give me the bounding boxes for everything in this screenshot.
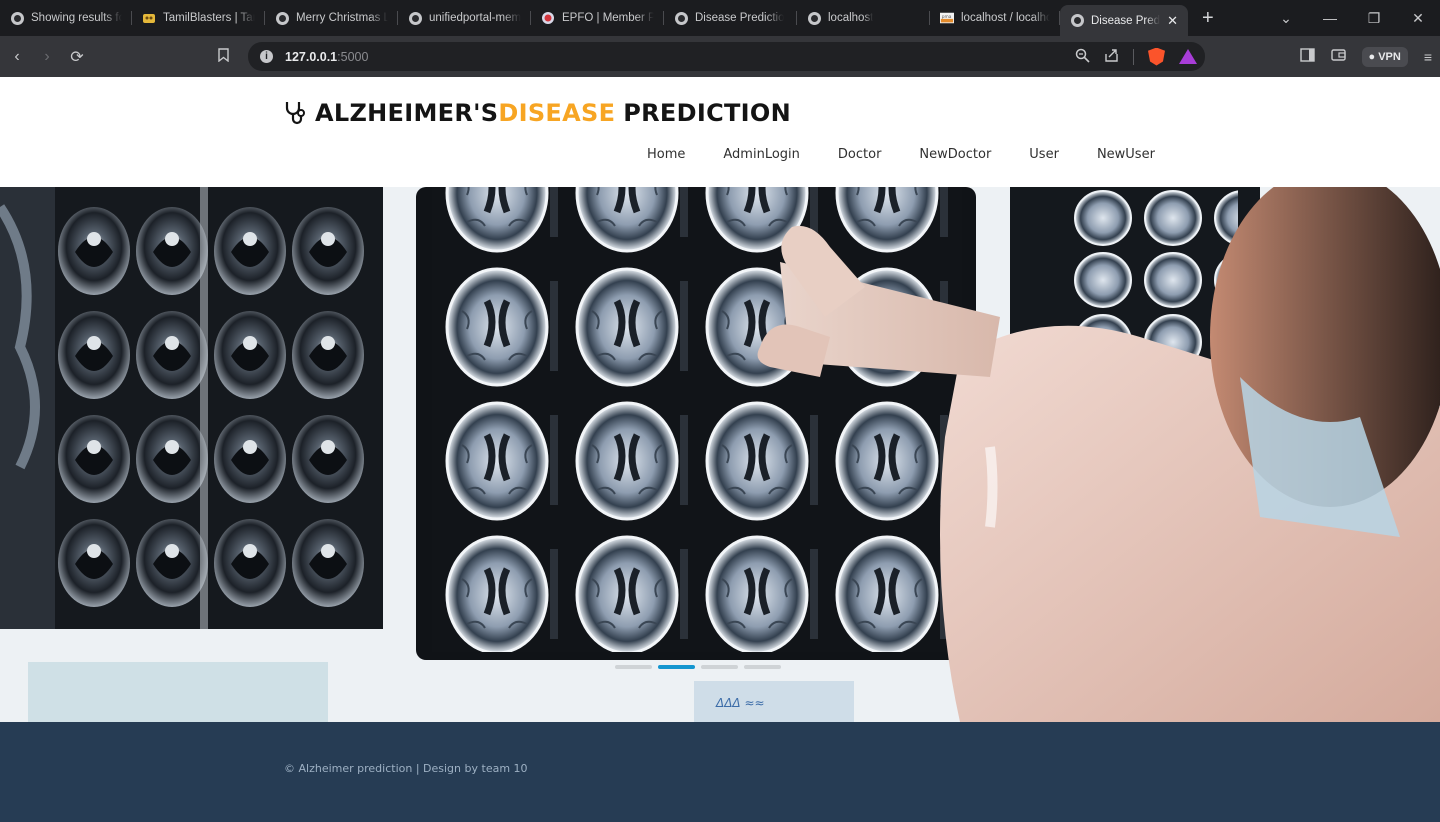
browser-tab[interactable]: Showing results fo [0, 4, 132, 32]
tab-title: Merry Christmas L [296, 12, 388, 24]
nav-link-new-user[interactable]: NewUser [1078, 147, 1174, 162]
forward-arrow-icon[interactable]: › [32, 48, 62, 66]
globe-icon [275, 11, 289, 25]
carousel-indicators [615, 665, 781, 669]
menu-icon[interactable]: ≡ [1424, 49, 1432, 65]
wallet-icon[interactable] [1330, 48, 1346, 65]
toolbar-right: ● VPN ≡ [1299, 36, 1440, 77]
nav-link-admin-login[interactable]: AdminLogin [704, 147, 819, 162]
hero-image-brain-mri-scans: ΔΔΔ ≈≈ [0, 187, 1440, 722]
globe-icon [10, 11, 24, 25]
browser-toolbar: ‹ › ⟳ i 127.0.0.1:5000 ● VPN ≡ [0, 36, 1440, 77]
browser-tab-active[interactable]: Disease Pred ✕ [1060, 5, 1188, 36]
svg-text:pma: pma [942, 15, 952, 20]
sidebar-toggle-icon[interactable] [1299, 48, 1315, 65]
nav-link-user[interactable]: User [1010, 147, 1078, 162]
logo-text-disease: DISEASE [498, 99, 616, 127]
vpn-label: VPN [1378, 50, 1401, 63]
tab-title: Showing results fo [31, 12, 122, 24]
browser-tab[interactable]: pma localhost / localho [930, 4, 1060, 32]
tab-title: EPFO | Member P [562, 12, 654, 24]
brave-rewards-icon[interactable] [1179, 49, 1197, 64]
globe-icon [1070, 14, 1084, 28]
close-window-icon[interactable]: ✕ [1396, 10, 1440, 27]
globe-icon [807, 11, 821, 25]
nav-link-new-doctor[interactable]: NewDoctor [900, 147, 1010, 162]
reload-icon[interactable]: ⟳ [62, 47, 92, 67]
window-controls: ⌄ — ❐ ✕ [1264, 10, 1440, 27]
tab-title: TamilBlasters | Tam [163, 12, 255, 24]
carousel-indicator[interactable] [615, 665, 652, 669]
browser-tab[interactable]: Merry Christmas L [265, 4, 398, 32]
tab-title: localhost [828, 12, 874, 24]
address-bar[interactable]: i 127.0.0.1:5000 [248, 42, 1205, 71]
globe-icon [674, 11, 688, 25]
web-page: ALZHEIMER'S DISEASE PREDICTION Home AdminL… [0, 77, 1440, 822]
browser-tab[interactable]: TamilBlasters | Tam [132, 4, 265, 32]
bookmark-icon[interactable] [218, 48, 238, 65]
hero-carousel[interactable]: ΔΔΔ ≈≈ [0, 187, 1440, 722]
site-logo[interactable]: ALZHEIMER'S DISEASE PREDICTION [284, 97, 791, 129]
tab-title: Disease Pred [1091, 14, 1161, 27]
site-info-icon[interactable]: i [260, 50, 273, 63]
url-port: :5000 [337, 49, 369, 64]
nav-link-doctor[interactable]: Doctor [819, 147, 901, 162]
epfo-icon [541, 11, 555, 25]
phpmyadmin-icon: pma [940, 11, 954, 25]
back-arrow-icon[interactable]: ‹ [2, 48, 32, 66]
brave-shields-icon[interactable] [1148, 47, 1165, 66]
logo-text-prediction: PREDICTION [623, 99, 791, 127]
carousel-indicator[interactable] [701, 665, 738, 669]
stethoscope-icon [285, 102, 305, 125]
tab-title: unifiedportal-mem [429, 12, 521, 24]
browser-tab[interactable]: EPFO | Member P [531, 4, 664, 32]
tab-title: localhost / localho [961, 12, 1050, 24]
minimize-icon[interactable]: — [1308, 10, 1352, 26]
tab-title: Disease Predictio [695, 12, 785, 24]
carousel-indicator-active[interactable] [658, 665, 695, 669]
site-footer: © Alzheimer prediction | Design by team … [0, 722, 1440, 822]
globe-icon [408, 11, 422, 25]
restore-icon[interactable]: ❐ [1352, 10, 1396, 27]
url-host: 127.0.0.1 [285, 49, 338, 64]
main-nav: Home AdminLogin Doctor NewDoctor User Ne… [628, 147, 1174, 162]
vpn-button[interactable]: ● VPN [1361, 46, 1408, 67]
tab-search-chevron-icon[interactable]: ⌄ [1264, 10, 1308, 27]
footer-copyright: © Alzheimer prediction | Design by team … [284, 762, 528, 775]
close-icon[interactable]: ✕ [1167, 13, 1178, 29]
logo-text-alzheimers: ALZHEIMER'S [315, 99, 499, 127]
svg-text:ΔΔΔ ≈≈: ΔΔΔ ≈≈ [715, 696, 765, 710]
share-icon[interactable] [1104, 48, 1119, 66]
browser-tab[interactable]: Disease Predictio [664, 4, 797, 32]
nav-link-home[interactable]: Home [628, 147, 704, 162]
divider [1133, 48, 1134, 65]
carousel-indicator[interactable] [744, 665, 781, 669]
zoom-icon[interactable] [1075, 48, 1090, 66]
site-header: ALZHEIMER'S DISEASE PREDICTION Home AdminL… [0, 77, 1440, 187]
browser-tab[interactable]: localhost [797, 4, 930, 32]
new-tab-button[interactable]: + [1202, 7, 1222, 30]
address-bar-actions [1075, 42, 1197, 71]
browser-tab[interactable]: unifiedportal-mem [398, 4, 531, 32]
site-icon [142, 11, 156, 25]
browser-tab-strip: Showing results fo TamilBlasters | Tam M… [0, 0, 1440, 36]
